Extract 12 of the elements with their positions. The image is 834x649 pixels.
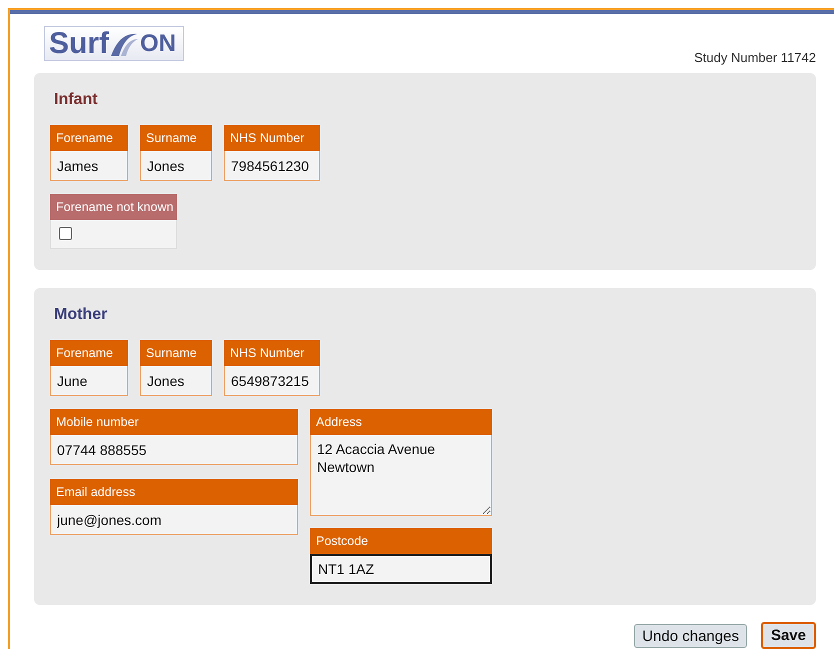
field-label: Surname: [140, 125, 212, 151]
input-field[interactable]: 7984561230: [224, 151, 320, 181]
section-title: Mother: [54, 305, 108, 325]
logo: Surf ON: [44, 26, 184, 61]
field-label: Forename: [50, 125, 128, 151]
field-label: NHS Number: [224, 125, 320, 151]
input-field[interactable]: Jones: [140, 151, 212, 181]
field-label: Forename not known: [50, 194, 177, 220]
input-field[interactable]: James: [50, 151, 128, 181]
section-title: Infant: [54, 90, 99, 110]
checkbox[interactable]: [59, 227, 72, 240]
study-number: Study Number 11742: [694, 50, 816, 65]
